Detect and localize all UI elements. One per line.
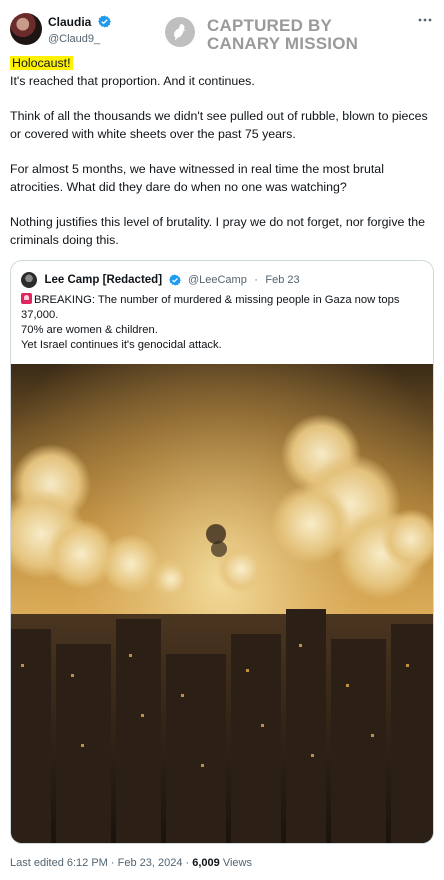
watermark-text: CAPTURED BY CANARY MISSION xyxy=(207,17,358,53)
canary-mission-watermark: CAPTURED BY CANARY MISSION xyxy=(165,15,365,55)
views-label: Views xyxy=(219,857,252,869)
city-smoke-photo xyxy=(11,364,433,843)
quoted-author-name[interactable]: Lee Camp [Redacted] xyxy=(44,274,162,286)
tweet-header: Claudia @Claud9_ CAPTURED BY CANARY MISS… xyxy=(10,11,434,53)
quoted-tweet-card[interactable]: Lee Camp [Redacted] @LeeCamp · Feb 23 BR… xyxy=(10,260,434,844)
tweet-paragraph-4: Nothing justifies this level of brutalit… xyxy=(10,215,426,247)
siren-emoji-icon xyxy=(21,293,32,304)
quoted-line-2: 70% are women & children. xyxy=(21,324,158,336)
verified-badge-icon xyxy=(97,15,111,28)
quoted-tweet-header: Lee Camp [Redacted] @LeeCamp · Feb 23 xyxy=(21,271,300,288)
quoted-date[interactable]: Feb 23 xyxy=(265,274,299,286)
quoted-verified-badge-icon xyxy=(168,274,181,286)
tweet-paragraph-1: It's reached that proportion. And it con… xyxy=(10,74,255,88)
tweet-paragraph-2: Think of all the thousands we didn't see… xyxy=(10,109,428,141)
quoted-author-handle[interactable]: @LeeCamp xyxy=(188,274,247,286)
more-options-icon[interactable] xyxy=(418,17,432,23)
quoted-line-3: Yet Israel continues it's genocidal atta… xyxy=(21,339,222,351)
author-handle[interactable]: @Claud9_ xyxy=(48,33,111,45)
canary-bird-logo-icon xyxy=(165,17,195,47)
views-count: 6,009 xyxy=(192,857,220,869)
author-name-block: Claudia @Claud9_ xyxy=(48,13,111,45)
author-avatar[interactable] xyxy=(10,13,42,45)
highlighted-word: Holocaust! xyxy=(10,56,73,70)
edited-timestamp[interactable]: Last edited 6:12 PM · Feb 23, 2024 · xyxy=(10,857,192,869)
watermark-line-2: CANARY MISSION xyxy=(207,34,359,53)
quoted-line-1: BREAKING: The number of murdered & missi… xyxy=(21,294,400,321)
tweet-footer: Last edited 6:12 PM · Feb 23, 2024 · 6,0… xyxy=(10,857,252,869)
tweet-paragraph-3: For almost 5 months, we have witnessed i… xyxy=(10,162,384,194)
quoted-tweet-body: BREAKING: The number of murdered & missi… xyxy=(21,293,423,353)
tweet-body: Holocaust! It's reached that proportion.… xyxy=(10,54,434,249)
quoted-tweet-image[interactable] xyxy=(11,364,433,843)
quoted-separator: · xyxy=(254,273,258,286)
author-display-name[interactable]: Claudia xyxy=(48,15,91,29)
quoted-author-avatar[interactable] xyxy=(21,271,37,288)
watermark-line-1: CAPTURED BY xyxy=(207,16,332,35)
